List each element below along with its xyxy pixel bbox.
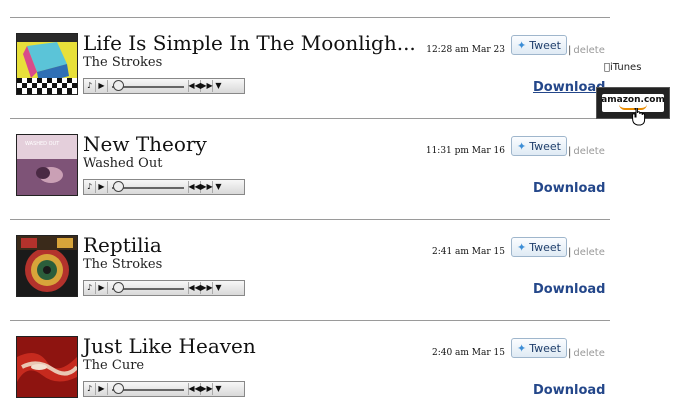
rewind-icon[interactable]: ◀◀ (188, 181, 201, 193)
track-row: Just Like Heaven The Cure ♪ ▶ ◀◀ ▶▶ ▼ 2:… (0, 321, 683, 411)
download-link[interactable]: Download (533, 80, 605, 95)
tweet-button[interactable]: ✦ Tweet (511, 35, 567, 55)
timestamp: 2:40 am Mar 15 (431, 348, 505, 358)
seek-knob[interactable] (113, 181, 124, 192)
delete-label: delete (573, 247, 605, 258)
tweet-label: Tweet (529, 139, 561, 153)
hand-cursor-icon (632, 107, 646, 130)
separator: | (568, 146, 572, 157)
tweet-button[interactable]: ✦ Tweet (511, 136, 567, 156)
seek-knob[interactable] (113, 80, 124, 91)
dropdown-icon[interactable]: ▼ (213, 383, 224, 395)
itunes-label: iTunes (604, 62, 641, 73)
twitter-bird-icon: ✦ (517, 139, 527, 153)
tweet-label: Tweet (529, 240, 561, 254)
track-artist: The Strokes (83, 55, 163, 70)
dropdown-icon[interactable]: ▼ (213, 181, 224, 193)
track-row: Reptilia The Strokes ♪ ▶ ◀◀ ▶▶ ▼ 2:41 am… (0, 220, 683, 310)
seek-knob[interactable] (113, 282, 124, 293)
track-artist: The Strokes (83, 257, 163, 272)
tweet-label: Tweet (529, 341, 561, 355)
separator: | (568, 45, 572, 56)
audio-player[interactable]: ♪ ▶ ◀◀ ▶▶ ▼ (83, 179, 245, 195)
album-art[interactable] (16, 336, 78, 398)
download-link[interactable]: Download (533, 282, 605, 297)
track-row: Life Is Simple In The Moonligh... The St… (0, 18, 683, 108)
album-art[interactable] (16, 33, 78, 95)
rewind-icon[interactable]: ◀◀ (188, 282, 201, 294)
track-artist: Washed Out (83, 156, 163, 171)
speaker-icon[interactable]: ♪ (84, 181, 96, 193)
dropdown-icon[interactable]: ▼ (213, 282, 224, 294)
twitter-bird-icon: ✦ (517, 38, 527, 52)
timestamp: 11:31 pm Mar 16 (425, 146, 505, 156)
twitter-bird-icon: ✦ (517, 240, 527, 254)
track-title: Just Like Heaven (83, 334, 256, 358)
seek-slider[interactable] (112, 282, 184, 294)
track-title: Reptilia (83, 233, 162, 257)
album-art[interactable] (16, 235, 78, 297)
fast-forward-icon[interactable]: ▶▶ (200, 80, 213, 92)
delete-link[interactable]: | delete (568, 146, 605, 157)
delete-label: delete (573, 45, 605, 56)
track-row: WASHED OUT New Theory Washed Out ♪ ▶ ◀◀ … (0, 119, 683, 209)
rewind-icon[interactable]: ◀◀ (188, 383, 201, 395)
tweet-button[interactable]: ✦ Tweet (511, 237, 567, 257)
track-title: New Theory (83, 132, 207, 156)
speaker-icon[interactable]: ♪ (84, 282, 96, 294)
track-artist: The Cure (83, 358, 145, 373)
rewind-icon[interactable]: ◀◀ (188, 80, 201, 92)
delete-link[interactable]: | delete (568, 348, 605, 359)
speaker-icon[interactable]: ♪ (84, 80, 96, 92)
album-art[interactable]: WASHED OUT (16, 134, 78, 196)
fast-forward-icon[interactable]: ▶▶ (200, 383, 213, 395)
timestamp: 12:28 am Mar 23 (426, 45, 505, 55)
seek-slider[interactable] (112, 181, 184, 193)
seek-slider[interactable] (112, 383, 184, 395)
play-icon[interactable]: ▶ (96, 181, 108, 193)
delete-link[interactable]: | delete (568, 247, 605, 258)
play-icon[interactable]: ▶ (96, 282, 108, 294)
svg-text:WASHED OUT: WASHED OUT (25, 141, 60, 147)
fast-forward-icon[interactable]: ▶▶ (200, 282, 213, 294)
delete-label: delete (573, 146, 605, 157)
seek-slider[interactable] (112, 80, 184, 92)
fast-forward-icon[interactable]: ▶▶ (200, 181, 213, 193)
download-link[interactable]: Download (533, 383, 605, 398)
audio-player[interactable]: ♪ ▶ ◀◀ ▶▶ ▼ (83, 78, 245, 94)
dropdown-icon[interactable]: ▼ (213, 80, 224, 92)
download-link[interactable]: Download (533, 181, 605, 196)
audio-player[interactable]: ♪ ▶ ◀◀ ▶▶ ▼ (83, 381, 245, 397)
track-title: Life Is Simple In The Moonligh... (83, 31, 416, 55)
tweet-label: Tweet (529, 38, 561, 52)
speaker-icon[interactable]: ♪ (84, 383, 96, 395)
play-icon[interactable]: ▶ (96, 80, 108, 92)
tweet-button[interactable]: ✦ Tweet (511, 338, 567, 358)
twitter-bird-icon: ✦ (517, 341, 527, 355)
itunes-option[interactable]: iTunes (604, 62, 641, 73)
play-icon[interactable]: ▶ (96, 383, 108, 395)
audio-player[interactable]: ♪ ▶ ◀◀ ▶▶ ▼ (83, 280, 245, 296)
separator: | (568, 348, 572, 359)
seek-knob[interactable] (113, 383, 124, 394)
delete-link[interactable]: | delete (568, 45, 605, 56)
separator: | (568, 247, 572, 258)
delete-label: delete (573, 348, 605, 359)
timestamp: 2:41 am Mar 15 (431, 247, 505, 257)
